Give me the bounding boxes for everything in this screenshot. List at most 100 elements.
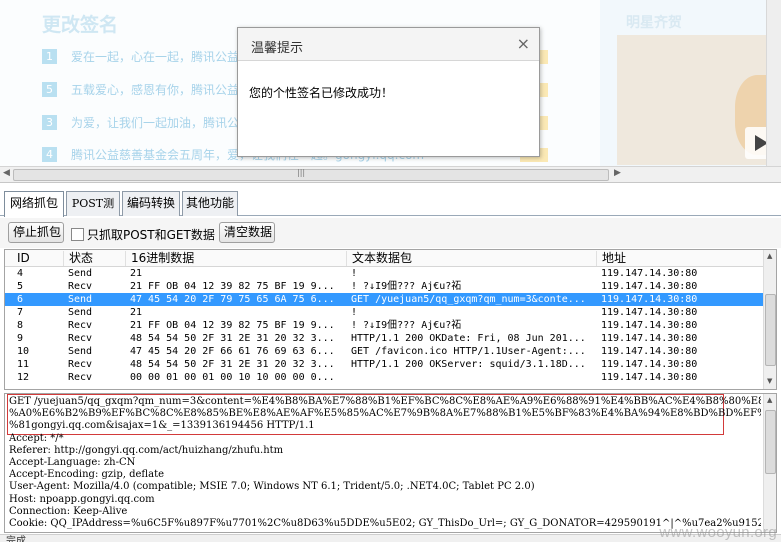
cell-hex: 47 45 54 20 2F 66 61 76 69 63 6... (130, 346, 335, 357)
column-header-text[interactable]: 文本数据包 (346, 251, 596, 266)
scroll-up-icon[interactable]: ▲ (767, 396, 772, 404)
cell-hex: 47 45 54 20 2F 79 75 65 6A 75 6... (130, 294, 335, 305)
packet-table-header: ID 状态 16进制数据 文本数据包 地址 (5, 250, 763, 267)
cell-hex: 21 FF OB 04 12 39 82 75 BF 19 9... (130, 320, 335, 331)
detail-line: Accept-Encoding: gzip, deflate (9, 469, 165, 481)
cell-hex: 00 00 01 00 01 00 10 10 00 00 0... (130, 372, 335, 383)
detail-line: Accept: */* (9, 432, 64, 444)
cell-text: ! (351, 307, 358, 318)
cell-state: Send (68, 294, 93, 305)
stop-capture-button[interactable]: 停止抓包 (8, 222, 64, 243)
cell-id: 8 (17, 320, 24, 331)
cell-id: 10 (17, 346, 30, 357)
table-row[interactable]: 4 Send 21! 119.147.14.30:80 (5, 267, 763, 280)
dialog-message: 您的个性签名已修改成功！ (249, 86, 394, 100)
cell-state: Recv (68, 359, 93, 370)
cell-id: 6 (17, 294, 24, 305)
clear-data-button[interactable]: 清空数据 (219, 222, 275, 243)
signature-option-1[interactable]: 1 爱在一起，心在一起，腾讯公益 (42, 47, 239, 65)
table-row[interactable]: 7 Send 21! 119.147.14.30:80 (5, 306, 763, 319)
watermark: www.wooyun.org (659, 524, 777, 541)
table-row[interactable]: 5 Recv 21 FF OB 04 12 39 82 75 BF 19 9...!… (5, 280, 763, 293)
tab-capture[interactable]: 网络抓包 (4, 191, 64, 217)
scrollbar-thumb[interactable] (765, 410, 776, 474)
scroll-down-icon[interactable]: ▼ (767, 377, 772, 385)
request-detail-text: GET /yuejuan5/qq_gxqm?qm_num=3&content=%… (9, 396, 761, 530)
cell-addr: 119.147.14.30:80 (601, 333, 698, 344)
detail-line: Connection: Keep-Alive (9, 505, 128, 517)
filter-post-get-checkbox[interactable]: 只抓取POST和GET数据 (71, 226, 215, 243)
detail-line: Referer: http://gongyi.qq.com/act/huizha… (9, 444, 284, 456)
scrollbar-thumb[interactable] (765, 294, 776, 366)
scroll-right-icon[interactable]: ▶ (614, 168, 621, 178)
packet-table-scrollbar[interactable]: ▲ ▼ (763, 250, 776, 389)
table-row[interactable]: 12 Recv 00 00 01 00 01 00 10 10 00 00 0...… (5, 371, 763, 384)
cell-state: Recv (68, 333, 93, 344)
cell-state: Recv (68, 320, 93, 331)
dialog-title: 温馨提示 (251, 41, 304, 56)
detail-line: %81gongyi.qq.com&isajax=1&_=133913619445… (9, 420, 315, 432)
webpage-title: 更改签名 (42, 14, 119, 36)
notice-dialog: 温馨提示 × 您的个性签名已修改成功！ (237, 27, 540, 157)
option-number: 3 (42, 114, 57, 130)
detail-line: GET /yuejuan5/qq_gxqm?qm_num=3&content=%… (9, 396, 761, 407)
signature-option-3[interactable]: 3 为爱，让我们一起加油，腾讯公 (42, 113, 239, 131)
webpage-vertical-scrollbar[interactable] (766, 0, 781, 166)
table-row[interactable]: 8 Recv 21 FF OB 04 12 39 82 75 BF 19 9...!… (5, 319, 763, 332)
detail-line: Host: npoapp.gongyi.qq.com (9, 493, 155, 505)
cell-state: Send (68, 346, 93, 357)
cell-state: Recv (68, 281, 93, 292)
cell-text: GET /favicon.ico HTTP/1.1User-Agent:... (351, 346, 586, 357)
cell-state: Send (68, 307, 93, 318)
scroll-up-icon[interactable]: ▲ (767, 252, 772, 260)
tab-encode[interactable]: 编码转换 (122, 191, 180, 216)
cell-addr: 119.147.14.30:80 (601, 346, 698, 357)
capture-toolbar: 停止抓包 只抓取POST和GET数据 清空数据 (0, 218, 781, 248)
cell-state: Recv (68, 372, 93, 383)
cell-id: 11 (17, 359, 30, 370)
cell-text: ! ?↓I9佃??? Aj€u?祏 (351, 281, 462, 292)
cell-hex: 48 54 54 50 2F 31 2E 31 20 32 3... (130, 359, 335, 370)
cell-id: 5 (17, 281, 24, 292)
option-number: 4 (42, 146, 57, 162)
cell-text: HTTP/1.1 200 OKServer: squid/3.1.18D... (351, 359, 586, 370)
cell-text: ! ?↓I9佃??? Aj€u?祏 (351, 320, 462, 331)
cell-hex: 21 FF OB 04 12 39 82 75 BF 19 9... (130, 281, 335, 292)
column-header-state[interactable]: 状态 (63, 251, 125, 266)
detail-line: Accept-Language: zh-CN (9, 456, 136, 468)
signature-option-2[interactable]: 5 五载爱心，感恩有你，腾讯公益 (42, 80, 239, 98)
scroll-left-icon[interactable]: ◀ (3, 168, 10, 178)
celebrity-video-thumbnail[interactable] (617, 35, 781, 165)
request-detail-view[interactable]: GET /yuejuan5/qq_gxqm?qm_num=3&content=%… (4, 393, 777, 533)
cell-addr: 119.147.14.30:80 (601, 320, 698, 331)
option-text: 为爱，让我们一起加油，腾讯公 (71, 115, 240, 130)
column-header-address[interactable]: 地址 (596, 251, 763, 266)
cell-addr: 119.147.14.30:80 (601, 359, 698, 370)
close-icon[interactable]: × (517, 34, 530, 53)
webpage-horizontal-scrollbar[interactable]: ◀ ||| ▶ (0, 166, 781, 183)
cell-id: 4 (17, 268, 24, 279)
filter-label: 只抓取POST和GET数据 (87, 228, 215, 242)
column-header-id[interactable]: ID (12, 251, 67, 266)
table-row[interactable]: 11 Recv 48 54 54 50 2F 31 2E 31 20 32 3...… (5, 358, 763, 371)
tab-other[interactable]: 其他功能 (182, 191, 238, 216)
table-row[interactable]: 6 Send 47 45 54 20 2F 79 75 65 6A 75 6... G… (5, 293, 763, 306)
cell-addr: 119.147.14.30:80 (601, 294, 698, 305)
column-header-hex[interactable]: 16进制数据 (125, 251, 347, 266)
table-row[interactable]: 10 Send 47 45 54 20 2F 66 61 76 69 63 6...… (5, 345, 763, 358)
cell-text: ! (351, 268, 358, 279)
option-text: 五载爱心，感恩有你，腾讯公益 (71, 82, 240, 97)
cell-id: 7 (17, 307, 24, 318)
tab-post-test[interactable]: POST测试 (66, 191, 120, 233)
cell-addr: 119.147.14.30:80 (601, 281, 698, 292)
detail-scrollbar[interactable]: ▲ (763, 394, 776, 532)
packet-table: ID 状态 16进制数据 文本数据包 地址 4 Send 21! 119.147.14… (4, 249, 777, 390)
cell-hex: 21 (130, 307, 143, 318)
option-number: 5 (42, 81, 57, 97)
cell-addr: 119.147.14.30:80 (601, 268, 698, 279)
tool-tabbar: 网络抓包 POST测试 编码转换 其他功能 (0, 190, 781, 233)
checkbox-icon[interactable] (71, 228, 84, 241)
table-row[interactable]: 9 Recv 48 54 54 50 2F 31 2E 31 20 32 3... H… (5, 332, 763, 345)
cell-hex: 48 54 54 50 2F 31 2E 31 20 32 3... (130, 333, 335, 344)
scrollbar-thumb[interactable] (13, 169, 609, 181)
